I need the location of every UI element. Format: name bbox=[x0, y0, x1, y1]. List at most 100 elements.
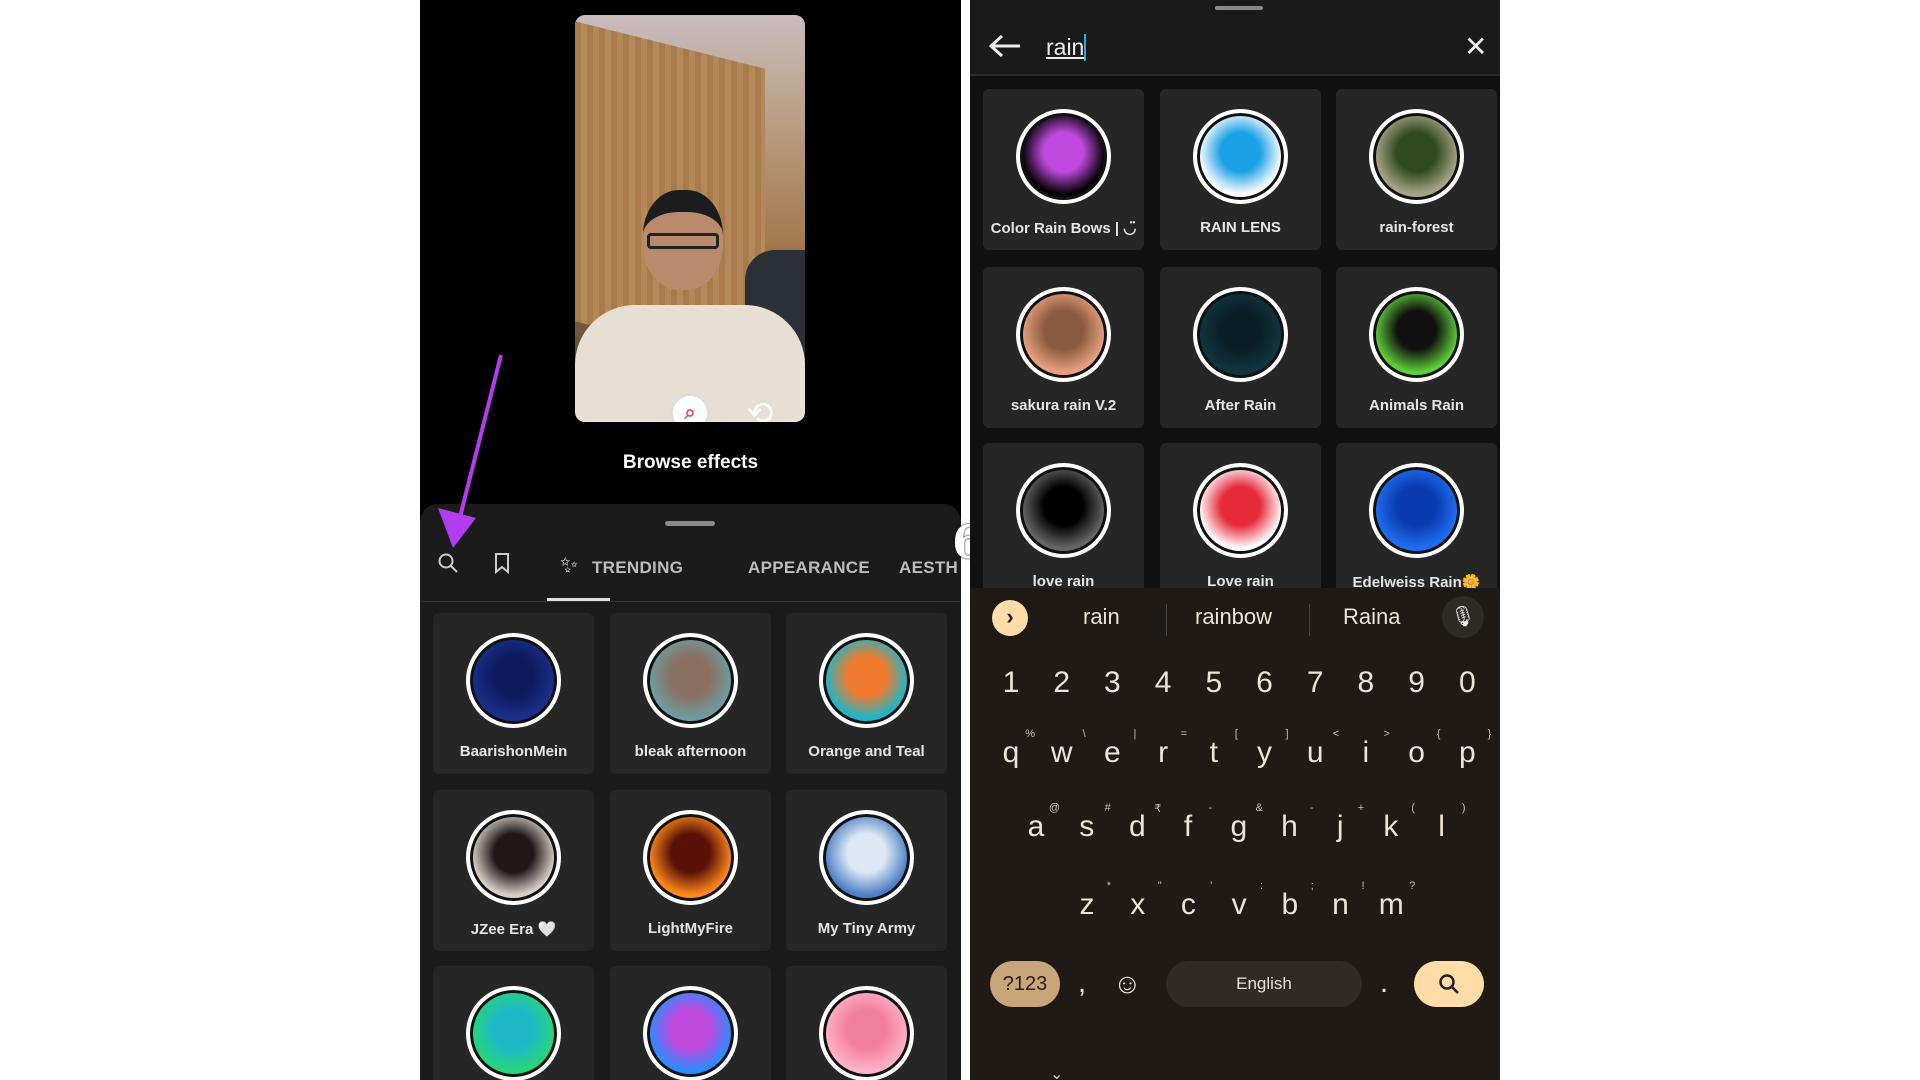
key-label: x bbox=[1130, 888, 1146, 921]
expand-suggestions-button[interactable]: › bbox=[992, 600, 1028, 636]
key-hint: # bbox=[1104, 802, 1111, 814]
key-2[interactable]: 2 bbox=[1042, 666, 1082, 700]
key-7[interactable]: 7 bbox=[1295, 666, 1335, 700]
search-bar: rain ✕ bbox=[970, 0, 1500, 76]
key-h[interactable]: h- bbox=[1270, 802, 1313, 844]
key-l[interactable]: l) bbox=[1422, 802, 1465, 844]
effect-thumbnail bbox=[643, 810, 738, 905]
key-d[interactable]: d ₹ bbox=[1117, 803, 1161, 844]
key-hint: [ bbox=[1234, 728, 1238, 740]
key-hint: & bbox=[1255, 802, 1263, 814]
key-c[interactable]: c ' bbox=[1168, 880, 1213, 922]
key-hint: ; bbox=[1310, 880, 1314, 892]
effect-card[interactable]: RAIN LENS bbox=[1160, 89, 1321, 250]
key-a[interactable]: a @ bbox=[1016, 802, 1060, 844]
search-input[interactable]: rain bbox=[1046, 34, 1087, 61]
effect-thumbnail bbox=[1369, 287, 1464, 382]
key-6[interactable]: 6 bbox=[1245, 666, 1285, 700]
effect-card[interactable] bbox=[610, 966, 771, 1080]
effect-label: My Tiny Army bbox=[817, 920, 916, 937]
key-u[interactable]: u < bbox=[1295, 728, 1339, 770]
key-t[interactable]: t[ bbox=[1194, 728, 1238, 770]
key-hint: { bbox=[1436, 728, 1441, 740]
key-y[interactable]: y] bbox=[1245, 728, 1289, 770]
key-p[interactable]: p} bbox=[1447, 728, 1491, 770]
effect-card[interactable] bbox=[786, 966, 947, 1080]
effect-card[interactable]: After Rain bbox=[1160, 267, 1321, 428]
key-hint: } bbox=[1487, 728, 1492, 740]
key-o[interactable]: o{ bbox=[1397, 728, 1440, 770]
key-3[interactable]: 3 bbox=[1092, 666, 1132, 700]
key-m[interactable]: m? bbox=[1371, 880, 1416, 922]
effect-thumbnail bbox=[1193, 463, 1288, 558]
emoji-icon[interactable]: ☺ bbox=[1113, 968, 1142, 1000]
suggestion[interactable]: rain bbox=[1083, 604, 1120, 630]
period-key[interactable]: . bbox=[1364, 966, 1404, 1000]
effect-card[interactable]: LightMyFire bbox=[610, 790, 771, 951]
key-b[interactable]: b; bbox=[1270, 880, 1313, 922]
key-v[interactable]: v: bbox=[1219, 880, 1264, 922]
symbols-key[interactable]: ?123 bbox=[990, 961, 1060, 1007]
back-arrow-icon[interactable] bbox=[988, 34, 1022, 63]
effect-card[interactable] bbox=[433, 966, 594, 1080]
key-5[interactable]: 5 bbox=[1194, 666, 1234, 700]
key-n[interactable]: n! bbox=[1321, 880, 1364, 922]
key-label: v bbox=[1231, 888, 1247, 921]
effect-thumbnail bbox=[1369, 463, 1464, 558]
key-hint: % bbox=[1025, 728, 1035, 740]
key-0[interactable]: 0 bbox=[1447, 666, 1487, 700]
key-r[interactable]: r = bbox=[1143, 728, 1187, 770]
effect-card[interactable]: rain-forest bbox=[1336, 89, 1497, 250]
sheet-drag-handle[interactable] bbox=[1215, 6, 1263, 10]
effect-card[interactable]: Color Rain Bows | ◡̈ bbox=[983, 89, 1144, 250]
effect-label: BaarishonMein bbox=[459, 743, 568, 760]
key-g[interactable]: g & bbox=[1219, 802, 1262, 844]
key-hint: ( bbox=[1411, 802, 1415, 814]
effect-card[interactable]: My Tiny Army bbox=[786, 790, 947, 951]
effect-thumbnail bbox=[643, 633, 738, 728]
effect-card[interactable]: JZee Era 🤍 bbox=[433, 790, 594, 951]
microphone-icon[interactable]: 🎙︎ bbox=[1442, 596, 1484, 638]
effect-label: After Rain bbox=[1204, 397, 1277, 414]
search-key[interactable] bbox=[1414, 961, 1484, 1007]
keyboard: › rain rainbow Raina 🎙︎ 1 2 3 4 5 6 7 8 9 0 q% w \ e |… bbox=[970, 588, 1500, 1080]
key-x[interactable]: x " bbox=[1118, 880, 1162, 922]
space-key[interactable]: English bbox=[1166, 961, 1362, 1007]
key-hint: * bbox=[1106, 880, 1111, 892]
key-hint: + bbox=[1357, 802, 1365, 814]
key-j[interactable]: j + bbox=[1320, 802, 1364, 844]
effect-card[interactable]: Orange and Teal bbox=[786, 613, 947, 774]
divider bbox=[1309, 604, 1310, 636]
effect-card[interactable]: Love rain bbox=[1160, 443, 1321, 604]
key-label: n bbox=[1332, 888, 1349, 921]
key-8[interactable]: 8 bbox=[1346, 666, 1386, 700]
key-label: l bbox=[1438, 810, 1445, 843]
effect-card[interactable]: bleak afternoon bbox=[610, 613, 771, 774]
effect-thumbnail bbox=[1016, 463, 1111, 558]
key-label: w bbox=[1050, 736, 1073, 769]
key-z[interactable]: z * bbox=[1067, 880, 1112, 922]
key-k[interactable]: k( bbox=[1371, 802, 1415, 844]
key-label: j bbox=[1336, 810, 1344, 843]
key-4[interactable]: 4 bbox=[1143, 666, 1183, 700]
key-s[interactable]: s # bbox=[1067, 802, 1111, 844]
key-9[interactable]: 9 bbox=[1397, 666, 1437, 700]
key-label: o bbox=[1408, 736, 1425, 769]
suggestion[interactable]: Raina bbox=[1343, 604, 1400, 630]
key-q[interactable]: q% bbox=[991, 728, 1035, 770]
effect-card[interactable]: sakura rain V.2 bbox=[983, 267, 1144, 428]
hide-keyboard-icon[interactable]: ⌄ bbox=[1050, 1064, 1063, 1080]
effect-card[interactable]: love rain bbox=[983, 443, 1144, 604]
key-f[interactable]: f- bbox=[1168, 802, 1212, 844]
effect-card[interactable]: Edelweiss Rain🌼 bbox=[1336, 443, 1497, 604]
key-1[interactable]: 1 bbox=[991, 666, 1031, 700]
key-e[interactable]: e | bbox=[1092, 728, 1136, 770]
key-w[interactable]: w \ bbox=[1042, 728, 1086, 770]
key-hint: - bbox=[1208, 802, 1213, 814]
effect-card[interactable]: BaarishonMein bbox=[433, 613, 594, 774]
effect-card[interactable]: Animals Rain bbox=[1336, 267, 1497, 428]
clear-search-icon[interactable]: ✕ bbox=[1464, 30, 1487, 63]
key-i[interactable]: i > bbox=[1346, 728, 1390, 770]
comma-key[interactable]: , bbox=[1062, 966, 1102, 1000]
suggestion[interactable]: rainbow bbox=[1195, 604, 1272, 630]
